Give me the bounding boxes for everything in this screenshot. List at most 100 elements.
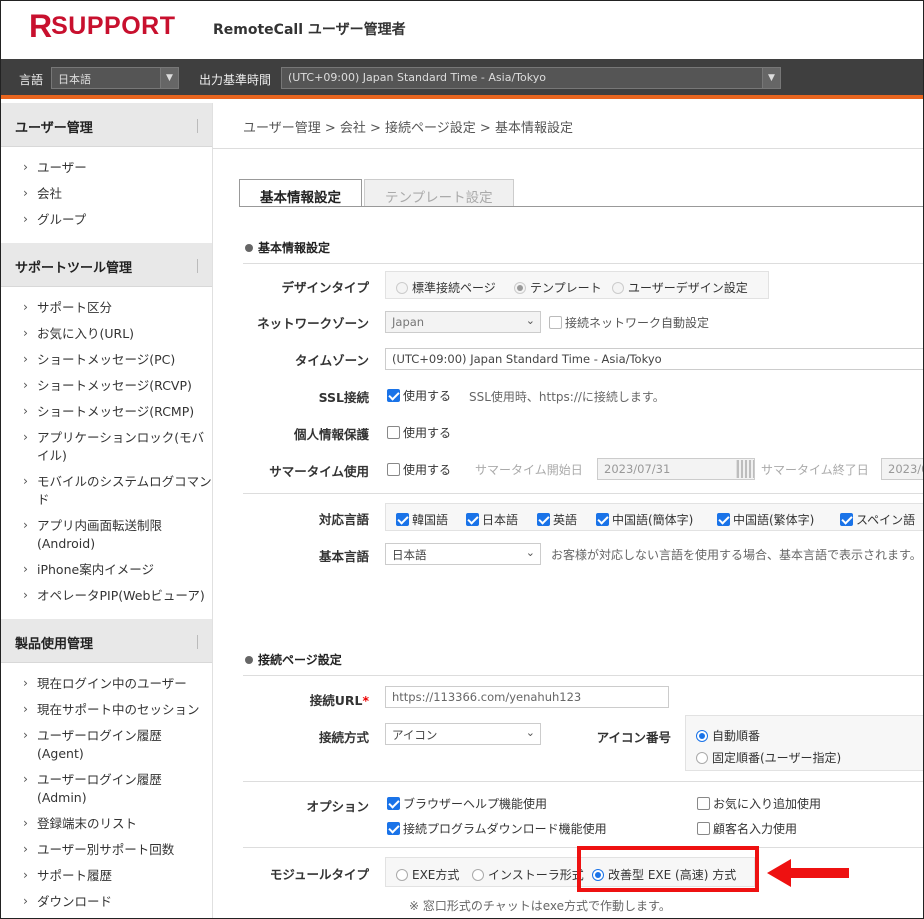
sidebar-item-support-category[interactable]: サポート区分 bbox=[23, 295, 212, 321]
sidebar-item-support-count[interactable]: ユーザー別サポート回数 bbox=[23, 837, 212, 863]
main-content: ユーザー管理 > 会社 > 接続ページ設定 > 基本情報設定 基本情報設定 テン… bbox=[213, 103, 923, 918]
sidebar-item-favorites-url[interactable]: お気に入り(URL) bbox=[23, 321, 212, 347]
sidebar-item-operator-pip[interactable]: オペレータPIP(Webビューア) bbox=[23, 583, 212, 609]
network-zone-value: Japan bbox=[392, 315, 425, 329]
base-language-select[interactable]: 日本語 ⌄ bbox=[385, 543, 541, 565]
icon-number-group: 自動順番 固定順番(ユーザー指定) bbox=[685, 715, 923, 771]
sidebar-item-logged-in-users[interactable]: 現在ログイン中のユーザー bbox=[23, 671, 212, 697]
summer-start-date-input[interactable]: 2023/07/31 bbox=[597, 458, 755, 480]
option-label: 固定順番(ユーザー指定) bbox=[712, 751, 842, 765]
summer-start-value: 2023/07/31 bbox=[604, 462, 671, 476]
checkbox-label: ブラウザーヘルプ機能使用 bbox=[403, 797, 548, 811]
sidebar-item-short-message-pc[interactable]: ショートメッセージ(PC) bbox=[23, 347, 212, 373]
chevron-down-icon: ▼ bbox=[762, 68, 780, 88]
sidebar-item-login-history-admin[interactable]: ユーザーログイン履歴 (Admin) bbox=[23, 767, 212, 811]
module-installer-radio[interactable]: インストーラ形式 bbox=[472, 866, 584, 883]
checkbox-icon bbox=[717, 513, 730, 526]
app-window: R SUPPORT RemoteCall ユーザー管理者 言語 日本語 ▼ 出力基… bbox=[0, 0, 924, 919]
sidebar-item-group[interactable]: グループ bbox=[23, 207, 212, 233]
radio-icon bbox=[396, 869, 408, 881]
lang-chinese-traditional-checkbox[interactable]: 中国語(繁体字) bbox=[717, 511, 814, 528]
sidebar-item-screen-transfer[interactable]: アプリ内画面転送制限 (Android) bbox=[23, 513, 212, 557]
tab-template[interactable]: テンプレート設定 bbox=[364, 179, 514, 207]
rsupport-logo[interactable]: R SUPPORT bbox=[29, 8, 175, 44]
icon-number-fixed-radio[interactable]: 固定順番(ユーザー指定) bbox=[696, 749, 841, 766]
checkbox-label: お気に入り追加使用 bbox=[713, 797, 822, 811]
tab-basic-info[interactable]: 基本情報設定 bbox=[239, 179, 362, 207]
lang-japanese-checkbox[interactable]: 日本語 bbox=[466, 511, 518, 528]
summer-end-date-input[interactable]: 2023/0 bbox=[881, 458, 923, 480]
sidebar-item-download[interactable]: ダウンロード bbox=[23, 889, 212, 915]
option-label: インストーラ形式 bbox=[488, 868, 584, 882]
checkbox-label: 中国語(簡体字) bbox=[612, 513, 694, 527]
sidebar-item-company[interactable]: 会社 bbox=[23, 181, 212, 207]
checkbox-label: 顧客名入力使用 bbox=[713, 822, 798, 836]
sidebar-item-registered-devices[interactable]: 登録端末のリスト bbox=[23, 811, 212, 837]
favorites-add-checkbox[interactable]: お気に入り追加使用 bbox=[697, 795, 821, 812]
ssl-checkbox[interactable]: 使用する bbox=[387, 387, 451, 404]
tab-bar: 基本情報設定 テンプレート設定 bbox=[239, 179, 514, 207]
divider bbox=[243, 263, 923, 264]
sidebar-item-iphone-guide[interactable]: iPhone案内イメージ bbox=[23, 557, 212, 583]
summer-time-checkbox[interactable]: 使用する bbox=[387, 461, 451, 478]
connect-method-select[interactable]: アイコン ⌄ bbox=[385, 723, 541, 745]
design-option-user[interactable]: ユーザーデザイン設定 bbox=[612, 279, 748, 296]
customer-name-checkbox[interactable]: 顧客名入力使用 bbox=[697, 820, 797, 837]
sidebar-section-product-usage[interactable]: 製品使用管理 bbox=[1, 619, 212, 663]
highlight-box bbox=[577, 846, 759, 892]
lang-english-checkbox[interactable]: 英語 bbox=[537, 511, 577, 528]
privacy-checkbox[interactable]: 使用する bbox=[387, 424, 451, 441]
divider bbox=[239, 206, 923, 207]
connect-url-label: 接続URL* bbox=[229, 690, 369, 709]
languages-label: 対応言語 bbox=[318, 512, 369, 527]
settings-bar: 言語 日本語 ▼ 出力基準時間 (UTC+09:00) Japan Standa… bbox=[1, 59, 923, 99]
required-mark: * bbox=[362, 693, 369, 708]
radio-icon bbox=[396, 282, 408, 294]
summer-time-label: サマータイム使用 bbox=[269, 464, 369, 479]
calendar-icon[interactable] bbox=[736, 460, 754, 478]
language-select[interactable]: 日本語 ▼ bbox=[51, 67, 179, 89]
section-title-basic: 基本情報設定 bbox=[245, 239, 330, 256]
divider bbox=[243, 675, 923, 676]
icon-number-auto-radio[interactable]: 自動順番 bbox=[696, 727, 760, 744]
checkbox-label: スペイン語 bbox=[856, 513, 916, 527]
module-exe-radio[interactable]: EXE方式 bbox=[396, 866, 459, 883]
sidebar-item-system-log[interactable]: モバイルのシステムログコマンド bbox=[23, 469, 212, 513]
top-bar: R SUPPORT RemoteCall ユーザー管理者 bbox=[1, 1, 923, 59]
connect-url-input[interactable]: https://113366.com/yenahuh123 bbox=[385, 686, 669, 708]
checkbox-label: 使用する bbox=[403, 426, 452, 440]
network-auto-checkbox[interactable]: 接続ネットワーク自動設定 bbox=[549, 314, 709, 331]
sidebar-section-support-tools[interactable]: サポートツール管理 bbox=[1, 243, 212, 287]
network-zone-label: ネットワークゾーン bbox=[257, 316, 369, 331]
option-label: 自動順番 bbox=[712, 729, 761, 743]
lang-chinese-simplified-checkbox[interactable]: 中国語(簡体字) bbox=[596, 511, 693, 528]
lang-spanish-checkbox[interactable]: スペイン語 bbox=[840, 511, 915, 528]
checkbox-icon bbox=[387, 463, 400, 476]
module-note: ※ 窓口形式のチャットはexe方式で作動します。 bbox=[409, 899, 671, 913]
privacy-label: 個人情報保護 bbox=[293, 427, 369, 442]
timezone-value: (UTC+09:00) Japan Standard Time - Asia/T… bbox=[288, 71, 546, 84]
checkbox-icon bbox=[697, 822, 710, 835]
timezone-field[interactable]: (UTC+09:00) Japan Standard Time - Asia/T… bbox=[385, 348, 923, 370]
browser-help-checkbox[interactable]: ブラウザーヘルプ機能使用 bbox=[387, 795, 547, 812]
divider bbox=[243, 781, 923, 782]
chevron-down-icon: ⌄ bbox=[525, 546, 535, 559]
sidebar-item-active-sessions[interactable]: 現在サポート中のセッション bbox=[23, 697, 212, 723]
sidebar-item-support-history[interactable]: サポート履歴 bbox=[23, 863, 212, 889]
connect-method-label: 接続方式 bbox=[318, 730, 369, 745]
connect-method-value: アイコン bbox=[392, 728, 438, 742]
sidebar-item-login-history-agent[interactable]: ユーザーログイン履歴 (Agent) bbox=[23, 723, 212, 767]
section-title: サポートツール管理 bbox=[15, 261, 133, 276]
sidebar-item-app-lock[interactable]: アプリケーションロック(モバイル) bbox=[23, 425, 212, 469]
program-download-checkbox[interactable]: 接続プログラムダウンロード機能使用 bbox=[387, 820, 607, 837]
design-option-standard[interactable]: 標準接続ページ bbox=[396, 279, 496, 296]
network-zone-select[interactable]: Japan ⌄ bbox=[385, 311, 541, 333]
design-option-template[interactable]: テンプレート bbox=[514, 279, 602, 296]
sidebar-item-users[interactable]: ユーザー bbox=[23, 155, 212, 181]
sidebar-item-short-message-rcmp[interactable]: ショートメッセージ(RCMP) bbox=[23, 399, 212, 425]
lang-korean-checkbox[interactable]: 韓国語 bbox=[396, 511, 448, 528]
sidebar-section-user-management[interactable]: ユーザー管理 bbox=[1, 103, 212, 147]
timezone-select[interactable]: (UTC+09:00) Japan Standard Time - Asia/T… bbox=[281, 67, 781, 89]
design-type-group: 標準接続ページ テンプレート ユーザーデザイン設定 bbox=[385, 271, 769, 299]
sidebar-item-short-message-rcvp[interactable]: ショートメッセージ(RCVP) bbox=[23, 373, 212, 399]
